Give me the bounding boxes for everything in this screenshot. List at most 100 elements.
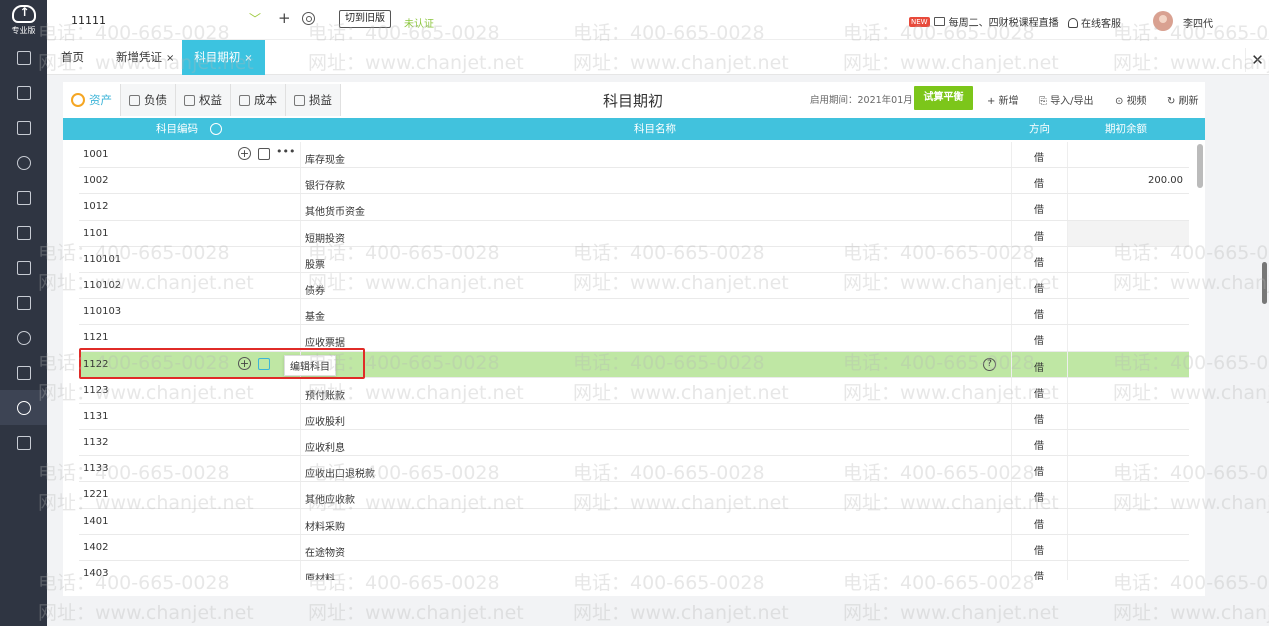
- tab-opening-balance[interactable]: 科目期初 ×: [182, 40, 265, 75]
- account-code: 110101: [83, 253, 122, 265]
- account-name: 应收利息: [305, 443, 345, 455]
- close-icon[interactable]: ×: [166, 53, 174, 64]
- sidebar-item-media[interactable]: [0, 425, 47, 460]
- account-name: 债券: [305, 285, 325, 297]
- sidebar-item-ledger[interactable]: [0, 180, 47, 215]
- direction: 借: [1034, 545, 1044, 557]
- direction: 借: [1034, 572, 1044, 580]
- gear-icon[interactable]: [210, 123, 222, 135]
- table-row[interactable]: 1122款借+编辑科目?: [79, 351, 1189, 378]
- add-subaccount-icon[interactable]: +: [238, 147, 251, 160]
- sidebar-item-inventory[interactable]: [0, 320, 47, 355]
- direction: 借: [1034, 231, 1044, 243]
- table-row[interactable]: 1401 材料采购 借: [79, 508, 1189, 535]
- more-icon[interactable]: •••: [276, 145, 295, 158]
- add-icon[interactable]: +: [278, 9, 291, 27]
- profit-loss-icon: [294, 94, 305, 106]
- table-row[interactable]: 1001 库存现金 借 + •••: [79, 142, 1189, 169]
- divider: [300, 430, 301, 456]
- table-row[interactable]: 1123 预付账款 借: [79, 377, 1189, 404]
- tab-assets[interactable]: 资产: [63, 84, 121, 116]
- divider: [1067, 246, 1068, 272]
- edit-icon[interactable]: [258, 357, 270, 370]
- video-button[interactable]: ⊙ 视频: [1115, 92, 1147, 107]
- top-bar: 11111 ﹀ + 切到旧版 未认证 NEW 每周二、四财税课程直播 在线客服 …: [47, 0, 1269, 40]
- table-row[interactable]: 1133 应收出口退税款 借: [79, 456, 1189, 483]
- direction: 借: [1034, 414, 1044, 426]
- table-row[interactable]: 1101 短期投资 借: [79, 220, 1189, 247]
- table-row[interactable]: 1131 应收股利 借: [79, 403, 1189, 431]
- sidebar-item-cashier[interactable]: [0, 285, 47, 320]
- balance-cell-editing[interactable]: [1068, 220, 1189, 246]
- tab-liabilities[interactable]: 负债: [121, 84, 176, 116]
- tab-profit-loss[interactable]: 损益: [286, 84, 341, 116]
- liabilities-icon: [129, 94, 140, 106]
- table-row[interactable]: 110101 股票 借: [79, 246, 1189, 273]
- tab-cost[interactable]: 成本: [231, 84, 286, 116]
- watermark-text: 网址：www.chanjet.net: [1113, 602, 1269, 624]
- sidebar-item-chart[interactable]: [0, 215, 47, 250]
- avatar[interactable]: [1153, 11, 1173, 31]
- table-row[interactable]: 1012 其他货币资金 借: [79, 194, 1189, 221]
- company-name[interactable]: 11111: [71, 14, 106, 27]
- edit-account-tooltip: 编辑科目: [284, 354, 336, 376]
- tab-equity[interactable]: 权益: [176, 84, 231, 116]
- table-row[interactable]: 1221 其他应收款 借: [79, 482, 1189, 509]
- divider: [1011, 246, 1012, 272]
- table-row[interactable]: 110102 债券 借: [79, 272, 1189, 300]
- edit-icon[interactable]: [258, 148, 270, 160]
- table-row[interactable]: 1002 银行存款 借 200.00: [79, 168, 1189, 195]
- close-page-button[interactable]: ✕: [1245, 48, 1269, 72]
- tab-opening-balance-label: 科目期初: [194, 50, 241, 64]
- sidebar-item-voucher[interactable]: [0, 75, 47, 110]
- app-logo[interactable]: 专业版: [0, 0, 47, 40]
- refresh-button[interactable]: ↻ 刷新: [1167, 92, 1199, 107]
- opening-balance[interactable]: 200.00: [1148, 175, 1183, 186]
- sidebar-item-settings[interactable]: [0, 390, 47, 425]
- close-icon[interactable]: ×: [244, 53, 252, 64]
- table-row[interactable]: 1121 应收票据 借: [79, 325, 1189, 352]
- direction: 借: [1034, 179, 1044, 191]
- gear-icon[interactable]: [302, 12, 315, 25]
- divider: [1011, 220, 1012, 246]
- import-export-button[interactable]: ⎘ 导入/导出: [1039, 92, 1094, 107]
- trial-balance-button[interactable]: 试算平衡: [914, 86, 973, 110]
- divider: [1067, 403, 1068, 430]
- divider: [1067, 168, 1068, 194]
- sidebar-item-invoice[interactable]: [0, 355, 47, 390]
- switch-old-version-button[interactable]: 切到旧版: [339, 10, 391, 28]
- tab-home[interactable]: 首页: [61, 40, 84, 75]
- tab-new-voucher[interactable]: 新增凭证 ×: [116, 40, 174, 75]
- table-scrollbar[interactable]: [1197, 144, 1203, 188]
- sidebar-item-report[interactable]: [0, 110, 47, 145]
- sidebar-item-money[interactable]: [0, 145, 47, 180]
- divider: [1011, 430, 1012, 456]
- divider: [1067, 482, 1068, 508]
- divider: [300, 534, 301, 560]
- direction: 借: [1034, 519, 1044, 531]
- sidebar-item-assets[interactable]: [0, 250, 47, 285]
- page-scrollbar[interactable]: [1262, 262, 1267, 304]
- watermark-text: 网址：www.chanjet.net: [38, 602, 254, 624]
- table-row[interactable]: 1402 在途物资 借: [79, 534, 1189, 561]
- divider: [300, 508, 301, 534]
- unverified-status[interactable]: 未认证: [404, 15, 434, 30]
- chevron-down-icon[interactable]: ﹀: [249, 10, 261, 27]
- divider: [1067, 430, 1068, 456]
- table-row[interactable]: 110103 基金 借: [79, 299, 1189, 326]
- username[interactable]: 李四代: [1183, 15, 1213, 30]
- account-code: 1123: [83, 384, 109, 396]
- live-course-link[interactable]: NEW 每周二、四财税课程直播: [909, 14, 1059, 29]
- help-icon[interactable]: ?: [983, 357, 996, 371]
- add-button[interactable]: + 新增: [987, 92, 1019, 107]
- sidebar-item-home[interactable]: [0, 40, 47, 75]
- table-row[interactable]: 1403 原材料 借: [79, 561, 1189, 580]
- account-code: 1001: [83, 149, 109, 160]
- divider: [1067, 325, 1068, 351]
- category-tabs: 资产 负债 权益 成本 损益: [63, 84, 341, 116]
- table-row[interactable]: 1132 应收利息 借: [79, 430, 1189, 457]
- online-service-link[interactable]: 在线客服: [1068, 15, 1121, 30]
- direction: 借: [1034, 257, 1044, 269]
- add-subaccount-icon[interactable]: +: [238, 356, 251, 370]
- divider: [1011, 482, 1012, 508]
